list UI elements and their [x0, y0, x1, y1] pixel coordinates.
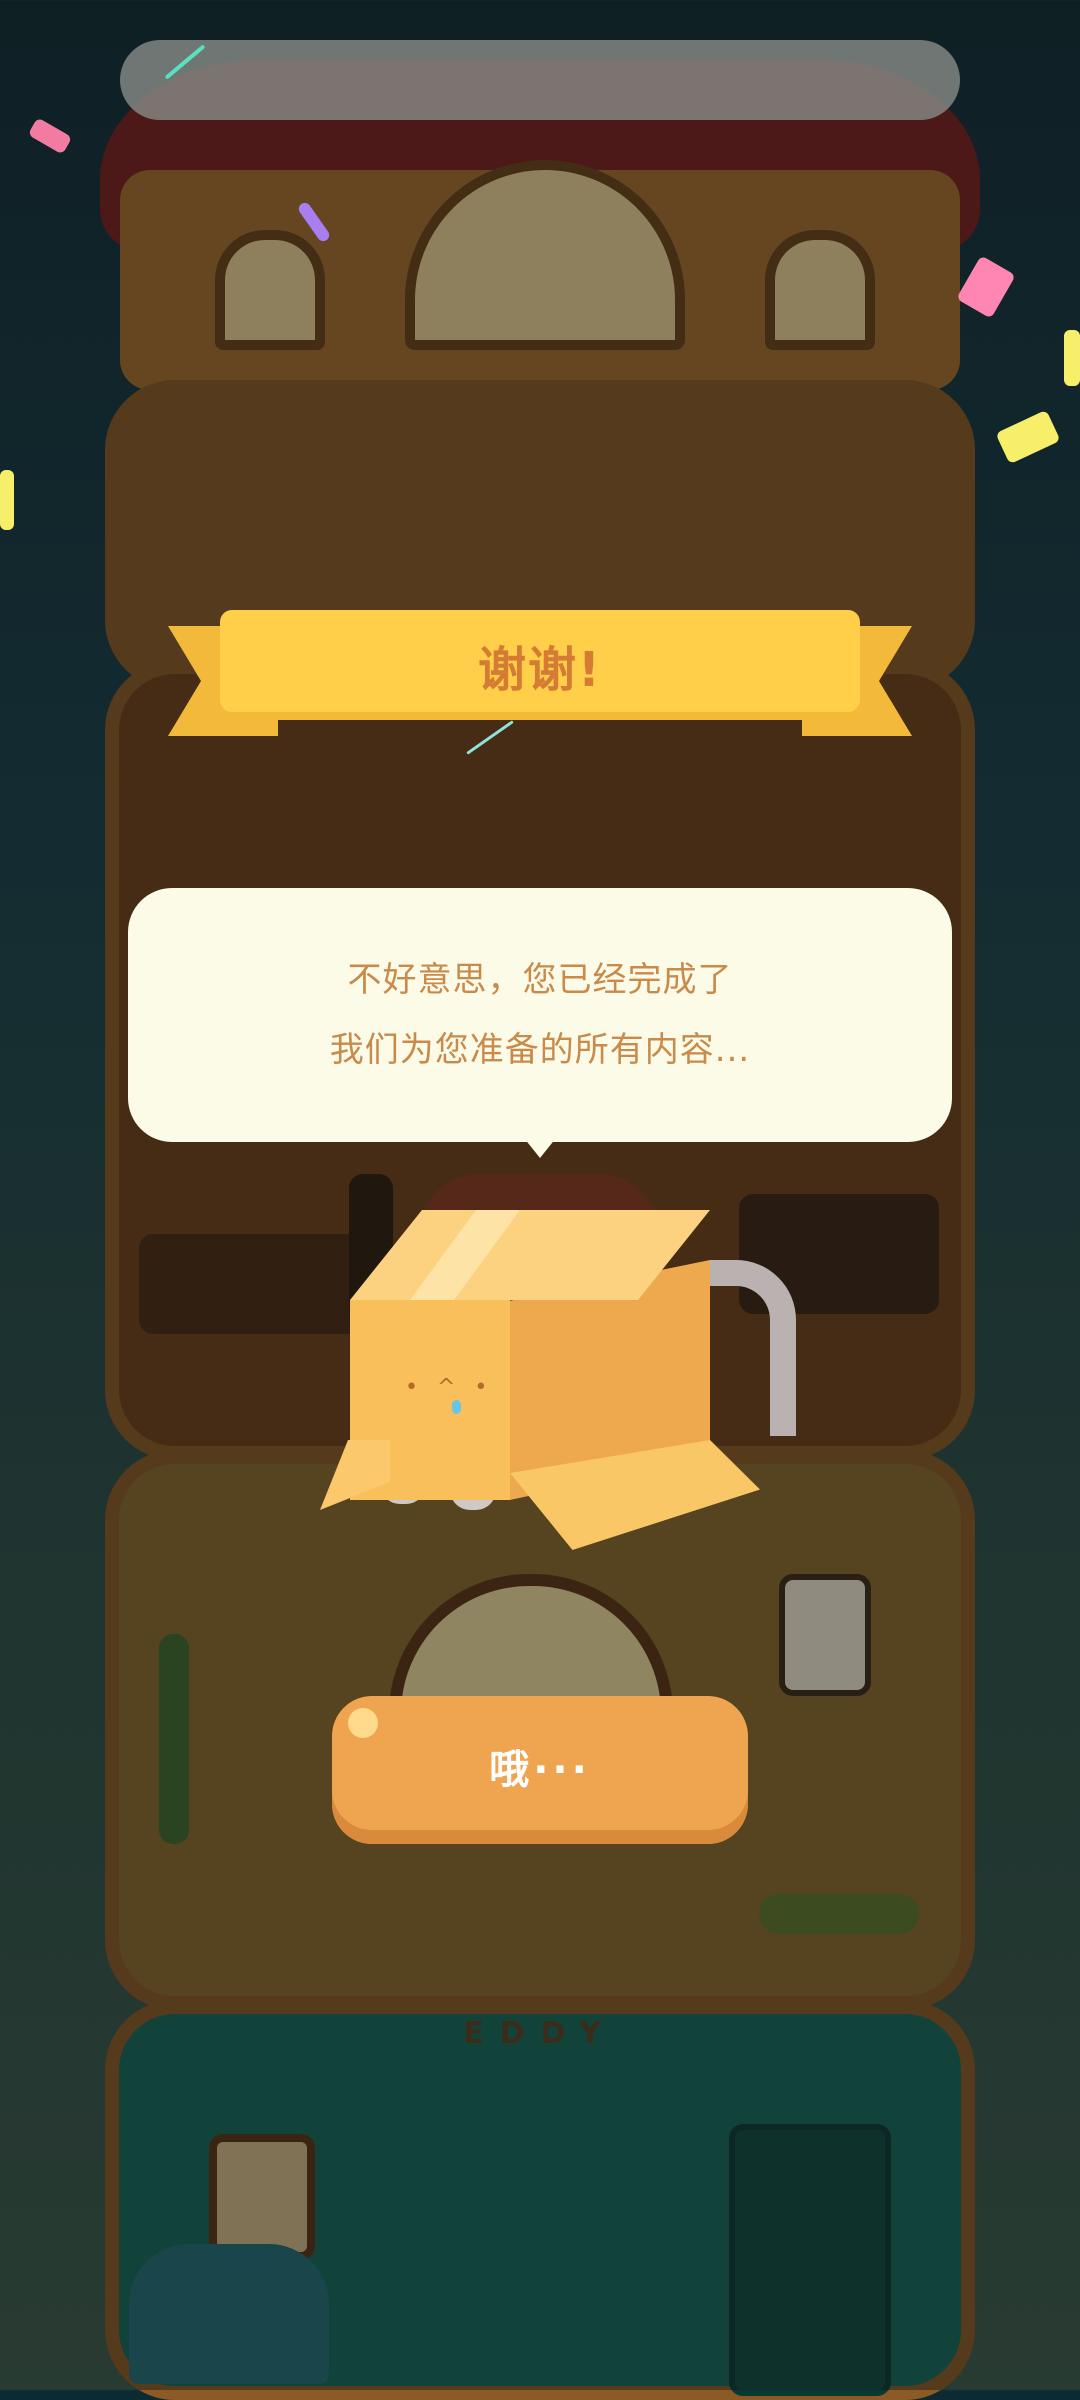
- bubble-line-2: 我们为您准备的所有内容...: [329, 1030, 751, 1070]
- cardboard-box-cat-icon: • ^ •: [310, 1200, 796, 1560]
- title-banner: 谢谢!: [220, 610, 860, 720]
- banner-title: 谢谢!: [478, 642, 602, 698]
- cat-tail: [710, 1260, 796, 1436]
- bubble-line-1: 不好意思，您已经完成了: [347, 960, 733, 1000]
- dim-overlay: [0, 0, 1080, 2390]
- sad-face: • ^ •: [405, 1375, 494, 1400]
- tear-drop-icon: [452, 1400, 461, 1414]
- confetti-piece: [1064, 330, 1080, 386]
- confetti-piece: [0, 470, 14, 530]
- button-shine: [348, 1708, 378, 1738]
- ok-button[interactable]: 哦···: [332, 1696, 748, 1844]
- speech-bubble: 不好意思，您已经完成了 我们为您准备的所有内容...: [128, 888, 952, 1142]
- ok-button-label: 哦···: [489, 1747, 591, 1793]
